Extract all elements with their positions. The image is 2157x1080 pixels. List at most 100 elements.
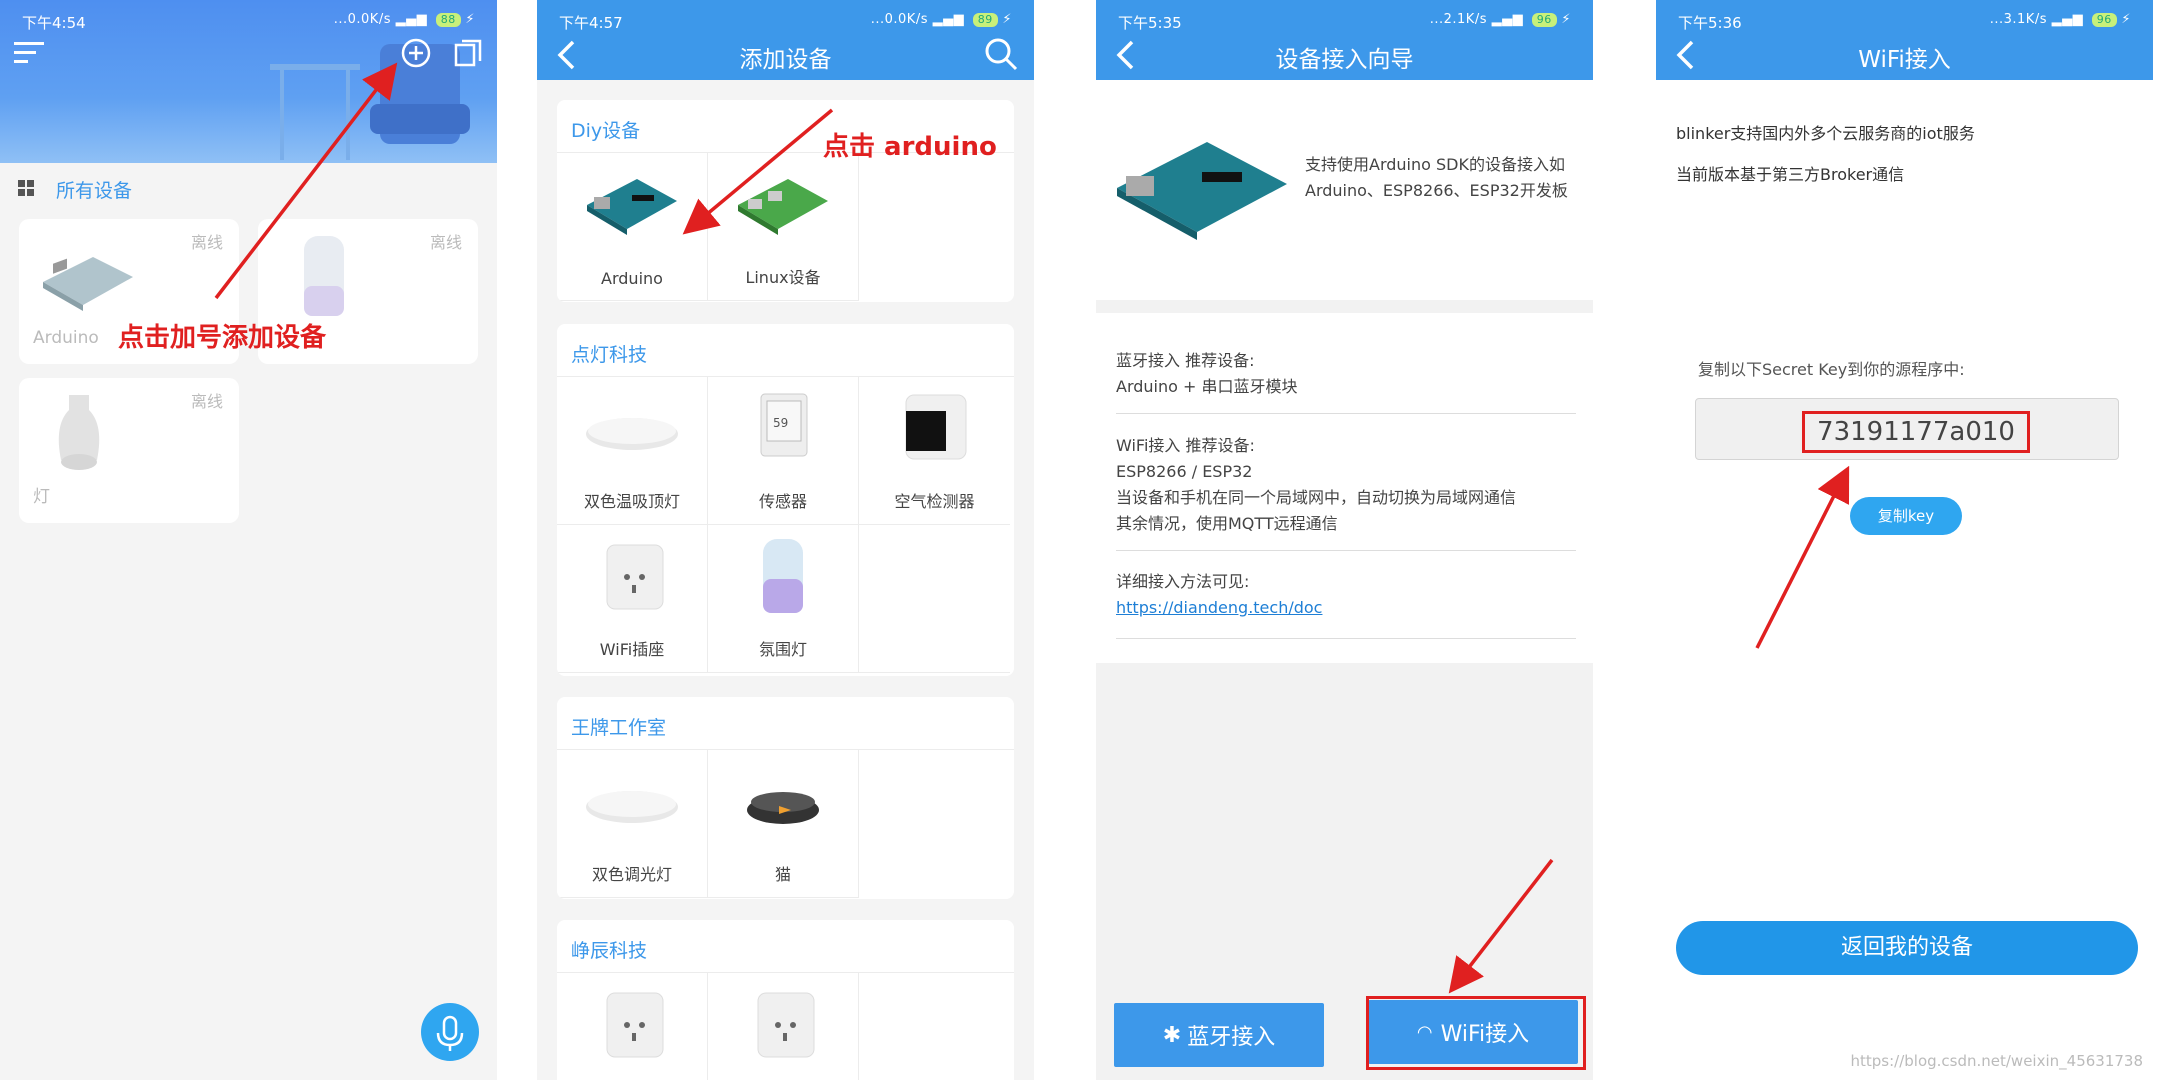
device-type-label: WiFi插座 — [599, 640, 665, 659]
sensor-icon: 59 — [760, 393, 808, 457]
phone-screen-add-device: 添加设备 下午4:57 ...0.0K/s ▂▄▆ 89 ⚡ Diy设备 Ard… — [537, 0, 1034, 1080]
grid-icon — [18, 180, 34, 196]
device-type-wifi-socket[interactable]: WiFi插座 — [557, 525, 708, 673]
phone-screen-device-list: 下午4:54 ...0.0K/s ▂▄▆ 88 ⚡ 所有设备 离线 Arduin… — [0, 0, 497, 1080]
group-title: 王牌工作室 — [571, 717, 667, 739]
device-name: Arduino — [33, 328, 99, 348]
socket-icon — [606, 544, 664, 610]
device-status: 离线 — [429, 233, 462, 252]
device-type-air-monitor[interactable]: 空气检测器 — [859, 377, 1010, 525]
broker-info-line: 当前版本基于第三方Broker通信 — [1676, 165, 1905, 184]
socket-icon — [606, 992, 664, 1058]
arduino-board-icon — [587, 179, 677, 235]
device-type-label: Arduino — [601, 269, 663, 288]
device-type-ceiling-light[interactable]: 双色温吸顶灯 — [557, 377, 708, 525]
service-info-line: blinker支持国内外多个云服务商的iot服务 — [1676, 124, 1975, 143]
device-type-label: 猫 — [774, 865, 791, 884]
phone-screen-wifi-access: WiFi接入 下午5:36 ...3.1K/s ▂▄▆ 96 ⚡ blinker… — [1656, 0, 2153, 1080]
add-device-icon[interactable] — [401, 38, 431, 68]
ceiling-light-icon — [586, 791, 678, 823]
device-type-socket[interactable] — [557, 973, 708, 1080]
highlight-box — [1366, 996, 1586, 1070]
device-type-arduino[interactable]: Arduino — [557, 153, 708, 301]
device-type-label: Linux设备 — [745, 268, 821, 287]
device-type-cat[interactable]: 猫 — [708, 750, 859, 898]
page-title: 添加设备 — [739, 47, 832, 73]
status-signal: ...2.1K/s ▂▄▆ 96 ⚡ — [1429, 12, 1571, 27]
device-status: 离线 — [190, 392, 223, 411]
bluetooth-icon: ✱ — [1162, 1022, 1182, 1048]
ambient-lamp-icon — [763, 539, 803, 613]
group-diandeng: 点灯科技 双色温吸顶灯 59 传感器 空气检测器 WiFi插座 氛围灯 — [557, 324, 1014, 676]
status-time: 下午4:54 — [22, 14, 86, 32]
device-status: 离线 — [190, 233, 223, 252]
bluetooth-access-button[interactable]: ✱ 蓝牙接入 — [1114, 1003, 1324, 1067]
battery-badge: 96 — [1531, 13, 1557, 27]
bluetooth-info: 蓝牙接入 推荐设备: Arduino + 串口蓝牙模块 — [1116, 351, 1298, 396]
battery-badge: 88 — [435, 13, 461, 27]
menu-icon[interactable] — [14, 40, 44, 66]
status-time: 下午5:35 — [1118, 14, 1182, 32]
status-signal: ...3.1K/s ▂▄▆ 96 ⚡ — [1989, 12, 2131, 27]
group-cells — [557, 972, 1014, 1080]
device-type-ambient-light[interactable]: 氛围灯 — [708, 525, 859, 673]
device-type-label: 传感器 — [758, 492, 807, 511]
group-cells: 双色温吸顶灯 59 传感器 空气检测器 WiFi插座 氛围灯 — [557, 376, 1014, 673]
back-arrow-icon[interactable] — [1670, 38, 1704, 72]
chair-illustration — [270, 44, 470, 160]
back-arrow-icon[interactable] — [551, 38, 585, 72]
ambient-lamp-icon — [304, 236, 344, 316]
annotation-click-arduino: 点击 arduino — [823, 132, 997, 162]
doc-info: 详细接入方法可见: https://diandeng.tech/doc — [1116, 569, 1576, 621]
secret-key-value: 73191177a010 — [1802, 411, 2030, 453]
back-arrow-icon[interactable] — [1110, 38, 1144, 72]
status-bar: 下午5:35 ...2.1K/s ▂▄▆ 96 ⚡ — [1096, 0, 1593, 44]
light-bulb-icon — [58, 395, 100, 470]
status-time: 下午4:57 — [559, 14, 623, 32]
device-type-linux[interactable]: Linux设备 — [708, 153, 859, 301]
arduino-board-icon — [43, 257, 133, 311]
divider — [1116, 413, 1576, 414]
group-zhengchen: 峥辰科技 — [557, 920, 1014, 1080]
svg-text:59: 59 — [773, 416, 788, 430]
group-title: 峥辰科技 — [571, 940, 648, 962]
device-type-label: 氛围灯 — [758, 640, 807, 659]
battery-badge: 89 — [972, 13, 998, 27]
copy-key-button[interactable]: 复制key — [1850, 497, 1962, 535]
group-wangpai: 王牌工作室 双色调光灯 猫 — [557, 697, 1014, 899]
microphone-icon — [436, 1015, 464, 1051]
wifi-info: WiFi接入 推荐设备: ESP8266 / ESP32 当设备和手机在同一个局… — [1116, 436, 1517, 533]
divider — [1116, 638, 1576, 639]
device-type-dimming-light[interactable]: 双色调光灯 — [557, 750, 708, 898]
device-type-socket[interactable] — [708, 973, 859, 1080]
page-title: WiFi接入 — [1858, 47, 1951, 73]
status-time: 下午5:36 — [1678, 14, 1742, 32]
device-type-sensor[interactable]: 59 传感器 — [708, 377, 859, 525]
ceiling-light-icon — [586, 418, 678, 450]
group-title: 点灯科技 — [571, 344, 648, 366]
device-type-empty — [859, 525, 1010, 673]
status-signal: ...0.0K/s ▂▄▆ 89 ⚡ — [870, 12, 1012, 27]
voice-button[interactable] — [421, 1003, 479, 1061]
air-monitor-icon — [905, 394, 967, 460]
annotation-click-plus: 点击加号添加设备 — [118, 323, 327, 353]
back-to-devices-button[interactable]: 返回我的设备 — [1676, 921, 2138, 975]
linux-board-icon — [738, 179, 828, 235]
pet-bowl-icon — [747, 792, 819, 824]
watermark: https://blog.csdn.net/weixin_45631738 — [1850, 1052, 2143, 1070]
arduino-board-icon — [1117, 142, 1287, 240]
secret-key-field[interactable]: 73191177a010 — [1695, 398, 2119, 460]
divider — [1116, 550, 1576, 551]
device-card-light[interactable]: 离线 灯 — [19, 378, 239, 523]
guide-info-card: 蓝牙接入 推荐设备: Arduino + 串口蓝牙模块 WiFi接入 推荐设备:… — [1096, 313, 1593, 663]
guide-description: 支持使用Arduino SDK的设备接入如Arduino、ESP8266、ESP… — [1305, 155, 1568, 200]
search-icon[interactable] — [983, 36, 1019, 72]
layout-icon[interactable] — [453, 38, 483, 68]
secret-key-label: 复制以下Secret Key到你的源程序中: — [1698, 360, 1965, 379]
device-type-label: 空气检测器 — [894, 492, 975, 511]
device-name: 灯 — [33, 487, 50, 507]
doc-link[interactable]: https://diandeng.tech/doc — [1116, 595, 1576, 621]
device-type-label: 双色温吸顶灯 — [583, 492, 680, 511]
group-cells: 双色调光灯 猫 — [557, 749, 1014, 898]
section-all-devices[interactable]: 所有设备 — [56, 176, 132, 203]
